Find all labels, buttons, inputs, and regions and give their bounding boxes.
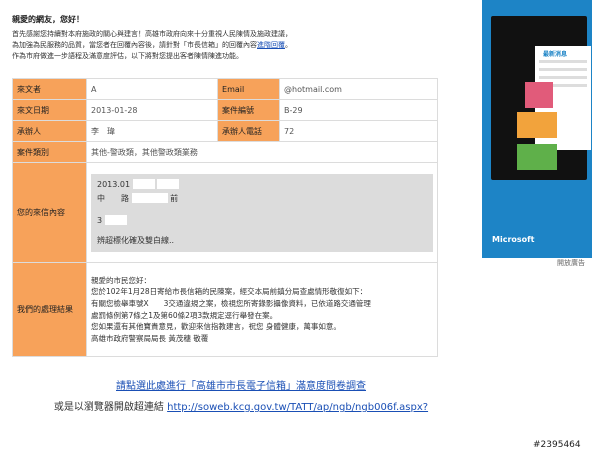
intro-link[interactable]: 進階回覆 <box>257 41 285 49</box>
reply-line: 處罰條例第7條之1及第60條2項3款規定逕行舉發在案。 <box>91 310 278 320</box>
sender-value: A <box>85 78 219 100</box>
case-no-value: B-29 <box>279 99 438 121</box>
content-line: 中 路 <box>97 193 129 203</box>
survey-link[interactable]: 請點選此處進行「高雄市市長電子信箱」滿意度問卷調查 <box>0 377 482 392</box>
redaction <box>157 179 180 189</box>
tablet-image: 最新消息 <box>491 16 591 180</box>
date-value: 2013-01-28 <box>85 99 219 121</box>
intro-line-2: 為加強為民服務的品質，當您者在回覆內容後，請針對「市長信箱」的回覆內容進階回覆。 <box>12 41 292 49</box>
content-line: 辨超標化確及雙白線.. <box>97 235 175 245</box>
officer-label: 承辦人 <box>12 120 87 142</box>
redaction <box>132 179 155 189</box>
reply-line: 高雄市政府警察局局長 黃茂穗 敬覆 <box>91 333 209 343</box>
url-prefix: 或是以瀏覽器開啟超連結 <box>53 402 164 413</box>
case-table: 來文者 A Email @hotmail.com 來文日期 2013-01-28… <box>12 78 438 357</box>
content-tail: 前 <box>170 193 179 203</box>
ad-photo-tile <box>517 112 557 138</box>
redaction <box>104 215 127 225</box>
category-label: 案件類別 <box>12 141 87 163</box>
advertisement-banner[interactable]: 最新消息 Microsoft <box>482 0 592 258</box>
intro-line-3: 作為市府做進一步語程及滿意度評估，以下將對您提出客者陳情陳進功能。 <box>12 52 243 60</box>
result-label: 我們的處理結果 <box>12 262 87 357</box>
reply-line: 您如果還有其他寶貴意見，歡迎來信指教建言，祝您 身體健康，萬事如意。 <box>91 322 341 332</box>
content-line: 2013.01 <box>97 179 131 189</box>
letter-reply-page: 親愛的網友，您好！ 首先感謝您持續對本府施政的關心與建言！高雄市政府向來十分重視… <box>0 0 482 457</box>
ad-label[interactable]: 開放廣告 <box>557 258 585 268</box>
watermark: #2395464 <box>533 440 581 450</box>
survey-url-link[interactable]: http://soweb.kcg.gov.tw/TATT/ap/ngb/ngb0… <box>167 402 428 413</box>
date-label: 來文日期 <box>12 99 87 121</box>
officer-value: 李 瑋 <box>85 120 219 142</box>
panel-title: 最新消息 <box>543 51 568 58</box>
email-label: Email <box>217 78 281 100</box>
reply-line: 有關您檢舉車號X 3交通違規之案，檢視您所寄錄影攝像資料，已依道路交通管理 <box>91 298 371 308</box>
case-no-label: 案件編號 <box>217 99 281 121</box>
survey-url-line: 或是以瀏覽器開啟超連結 http://soweb.kcg.gov.tw/TATT… <box>0 398 482 413</box>
email-value: @hotmail.com <box>279 78 438 100</box>
content-label: 您的來信內容 <box>12 162 87 263</box>
content-line: 3 <box>97 215 103 225</box>
reply-line: 親愛的市民您好： <box>91 275 151 285</box>
letter-content-box: 2013.01 中 路 前 3 辨超標化確及雙白線.. <box>91 173 433 252</box>
greeting: 親愛的網友，您好！ <box>12 15 84 24</box>
ad-photo-tile <box>517 144 557 170</box>
redaction <box>131 193 168 203</box>
ad-photo-tile <box>525 82 553 108</box>
intro-line-1: 首先感謝您持續對本府施政的關心與建言！高雄市政府向來十分重視人民陳情及施政建議， <box>12 30 292 38</box>
category-value: 其他-警政類，其他警政類業務 <box>86 141 438 163</box>
officer-phone-label: 承辦人電話 <box>217 120 281 142</box>
content-cell: 2013.01 中 路 前 3 辨超標化確及雙白線.. <box>86 162 438 263</box>
reply-cell: 親愛的市民您好： 您於102年1月28日寄給市長信箱的民陳案，經交本局前鎮分局查… <box>86 262 438 357</box>
microsoft-logo: Microsoft <box>492 235 535 244</box>
reply-line: 您於102年1月28日寄給市長信箱的民陳案，經交本局前鎮分局查處情形敬復如下： <box>91 287 368 297</box>
officer-phone-value: 72 <box>279 120 438 142</box>
sender-label: 來文者 <box>12 78 87 100</box>
